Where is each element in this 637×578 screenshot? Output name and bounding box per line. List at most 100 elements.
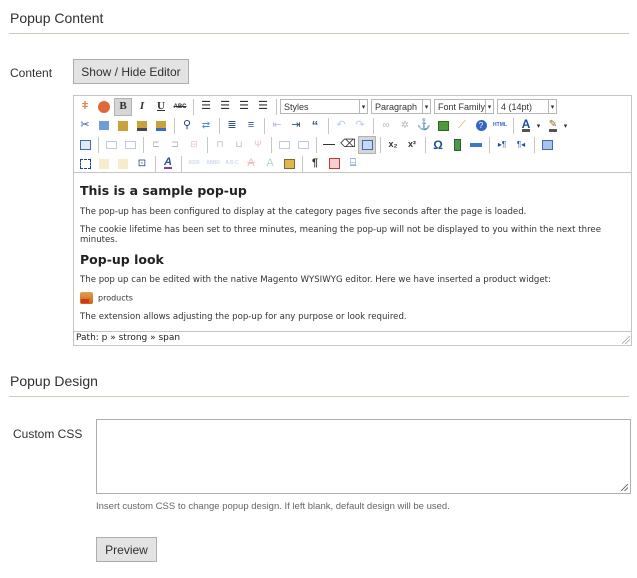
show-blocks-button[interactable]: ¶ — [306, 155, 324, 173]
indent-icon[interactable]: ⇥ — [287, 117, 305, 135]
content-paragraph: The pop-up has been configured to displa… — [80, 207, 527, 217]
background-color-button[interactable]: ✎ — [544, 117, 562, 135]
format-select[interactable]: Paragraph ▾ — [371, 99, 431, 114]
content-heading-2: Pop-up look — [80, 252, 164, 267]
html-source-button[interactable]: HTML — [491, 117, 509, 135]
del-icon[interactable]: A — [242, 155, 260, 173]
editor-resize-handle[interactable] — [622, 336, 630, 344]
text-color-dropdown[interactable]: ▾ — [535, 117, 542, 135]
toolbar-separator — [302, 155, 303, 172]
chevron-down-icon: ▾ — [422, 100, 430, 113]
image-icon[interactable] — [434, 117, 452, 135]
row-props-icon[interactable] — [102, 136, 120, 154]
text-color-button[interactable]: A — [517, 117, 535, 135]
align-justify-icon[interactable]: ☰ — [254, 98, 272, 116]
italic-button[interactable]: I — [133, 98, 151, 116]
undo-icon[interactable]: ↶ — [332, 117, 350, 135]
align-center-icon[interactable]: ☰ — [216, 98, 234, 116]
ins-icon[interactable]: A — [261, 155, 279, 173]
show-hide-editor-button[interactable]: Show / Hide Editor — [73, 59, 189, 84]
blockquote-icon[interactable]: “ — [306, 117, 324, 135]
cell-props-icon[interactable] — [121, 136, 139, 154]
align-left-icon[interactable]: ☰ — [197, 98, 215, 116]
remove-format-icon[interactable]: ⌫ — [339, 136, 357, 154]
find-icon[interactable]: ⚲ — [178, 117, 196, 135]
section-title-popup-design: Popup Design — [10, 373, 98, 389]
col-before-icon[interactable]: ⊓ — [211, 136, 229, 154]
row-after-icon[interactable]: ⊐ — [166, 136, 184, 154]
advanced-hr-icon[interactable] — [467, 136, 485, 154]
paste-text-icon[interactable] — [133, 117, 151, 135]
textarea-resize-handle[interactable] — [621, 484, 628, 491]
toolbar-separator — [534, 136, 535, 153]
product-widget-icon — [80, 292, 93, 304]
horizontal-rule-icon[interactable] — [320, 136, 338, 154]
delete-row-icon[interactable]: ⊟ — [185, 136, 203, 154]
product-widget[interactable]: products — [80, 292, 625, 304]
strikethrough-button[interactable]: ABC — [171, 98, 189, 116]
move-forward-icon[interactable] — [95, 155, 113, 173]
insert-layer-icon[interactable] — [76, 155, 94, 173]
element-path: Path: p » strong » span — [74, 331, 631, 345]
copy-icon[interactable] — [95, 117, 113, 135]
absolute-icon[interactable]: ⊡ — [133, 155, 151, 173]
cleanup-icon[interactable]: ⟋ — [453, 117, 471, 135]
attributes-icon[interactable] — [280, 155, 298, 173]
background-color-dropdown[interactable]: ▾ — [562, 117, 569, 135]
toolbar-separator — [219, 117, 220, 134]
toolbar-row-2: ✂ ⚲ ⇄ ≣ ≡ ⇤ ⇥ “ ↶ ↷ ∞ ✲ ⚓ ⟋ ? HTML A ▾ ✎… — [76, 116, 571, 135]
content-label: Content — [10, 66, 53, 80]
custom-css-label: Custom CSS — [13, 427, 83, 441]
bullet-list-icon[interactable]: ≣ — [223, 117, 241, 135]
align-right-icon[interactable]: ☰ — [235, 98, 253, 116]
toolbar-separator — [98, 136, 99, 153]
redo-icon[interactable]: ↷ — [351, 117, 369, 135]
underline-button[interactable]: U — [152, 98, 170, 116]
variable-insert-icon[interactable] — [95, 98, 113, 116]
font-size-select[interactable]: 4 (14pt) ▾ — [497, 99, 557, 114]
subscript-button[interactable]: x₂ — [384, 136, 402, 154]
preview-button[interactable]: Preview — [96, 537, 157, 562]
acronym-icon[interactable]: A.B.C — [223, 155, 241, 173]
outdent-icon[interactable]: ⇤ — [268, 117, 286, 135]
special-char-button[interactable]: Ω — [429, 136, 447, 154]
cite-icon[interactable]: 6699 — [185, 155, 203, 173]
delete-col-icon[interactable]: Ψ — [249, 136, 267, 154]
row-before-icon[interactable]: ⊏ — [147, 136, 165, 154]
merge-cells-icon[interactable] — [294, 136, 312, 154]
fullscreen-icon[interactable] — [538, 136, 556, 154]
ltr-icon[interactable]: ▸¶ — [493, 136, 511, 154]
custom-css-textarea[interactable] — [96, 419, 631, 494]
unlink-icon[interactable]: ✲ — [396, 117, 414, 135]
split-cells-icon[interactable] — [275, 136, 293, 154]
col-after-icon[interactable]: ⊔ — [230, 136, 248, 154]
link-icon[interactable]: ∞ — [377, 117, 395, 135]
page-break-icon[interactable]: ⌸ — [344, 155, 362, 173]
table-insert-icon[interactable] — [76, 136, 94, 154]
editor-toolbar: ǂ B I U ABC ☰ ☰ ☰ ☰ Styles ▾ Paragraph ▾ F… — [74, 96, 631, 173]
move-backward-icon[interactable] — [114, 155, 132, 173]
rtl-icon[interactable]: ¶◂ — [512, 136, 530, 154]
abbr-icon[interactable]: ABBR — [204, 155, 222, 173]
section-divider — [9, 33, 629, 34]
non-breaking-icon[interactable] — [325, 155, 343, 173]
paste-icon[interactable] — [114, 117, 132, 135]
bold-button[interactable]: B — [114, 97, 132, 116]
help-icon[interactable]: ? — [472, 117, 490, 135]
superscript-button[interactable]: x² — [403, 136, 421, 154]
paste-word-icon[interactable] — [152, 117, 170, 135]
custom-css-hint: Insert custom CSS to change popup design… — [96, 501, 450, 512]
numbered-list-icon[interactable]: ≡ — [242, 117, 260, 135]
style-props-icon[interactable]: A — [159, 155, 177, 173]
replace-icon[interactable]: ⇄ — [197, 117, 215, 135]
styles-select[interactable]: Styles ▾ — [280, 99, 368, 114]
toolbar-separator — [155, 155, 156, 172]
widget-insert-icon[interactable]: ǂ — [76, 98, 94, 116]
cut-icon[interactable]: ✂ — [76, 117, 94, 135]
media-icon[interactable] — [448, 136, 466, 154]
font-family-select[interactable]: Font Family ▾ — [434, 99, 494, 114]
content-paragraph: The extension allows adjusting the pop-u… — [80, 312, 407, 322]
anchor-icon[interactable]: ⚓ — [415, 117, 433, 135]
visual-aid-icon[interactable] — [358, 135, 376, 154]
editor-content[interactable]: This is a sample pop-up The pop-up has b… — [80, 176, 625, 322]
